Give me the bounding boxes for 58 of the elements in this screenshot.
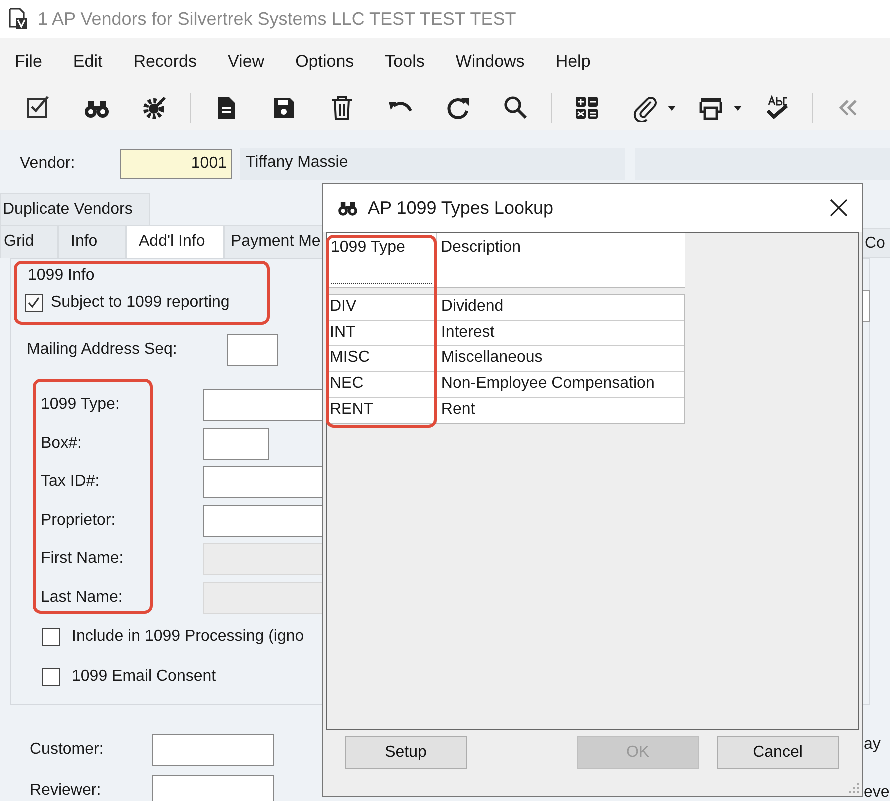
table-cell[interactable]: Non-Employee Compensation (437, 372, 684, 397)
field-label: Last Name: (41, 588, 124, 607)
menu-item[interactable]: Options (296, 52, 354, 72)
checkbox[interactable] (42, 668, 60, 686)
field-label: Proprietor: (41, 512, 117, 530)
tab[interactable]: Duplicate Vendors (0, 193, 150, 225)
resize-grip-icon[interactable] (849, 783, 859, 793)
table-cell[interactable]: RENT (328, 398, 438, 424)
close-icon[interactable] (830, 199, 848, 217)
input-field[interactable] (152, 734, 274, 766)
table-cell[interactable]: Miscellaneous (437, 346, 684, 372)
partial-label: eve (864, 784, 890, 801)
field-label: Tax ID#: (41, 473, 101, 492)
menu-item[interactable]: Tools (385, 52, 425, 72)
table-cell[interactable]: Rent (437, 398, 684, 424)
table-cell[interactable]: INT (328, 320, 438, 346)
group-title: 1099 Info (27, 267, 96, 286)
field-label: Reviewer: (30, 782, 102, 800)
caret-icon[interactable] (734, 106, 742, 110)
checkbox-label: 1099 Email Consent (72, 668, 216, 686)
table-cell[interactable]: Interest (437, 320, 684, 346)
menu-item[interactable]: File (15, 52, 42, 72)
vendor-code-field[interactable]: 1001 (120, 149, 232, 179)
input-field[interactable] (152, 774, 274, 801)
field-label: Customer: (30, 740, 105, 758)
field-label: First Name: (41, 550, 125, 568)
table-cell[interactable]: DIV (328, 295, 438, 320)
tab[interactable]: Add'l Info (126, 225, 224, 258)
checkbox[interactable] (25, 294, 43, 312)
menu-item[interactable]: Help (556, 52, 591, 72)
dialog-title: AP 1099 Types Lookup (368, 198, 554, 218)
app-icon (8, 8, 28, 30)
vendor-name-field: Tiffany Massie (240, 148, 625, 180)
vendor-label: Vendor: (19, 155, 76, 173)
menu-item[interactable]: Edit (73, 52, 103, 72)
window-title: 1 AP Vendors for Silvertrek Systems LLC TEST TEST TEST (38, 8, 516, 30)
input-field[interactable] (227, 334, 278, 366)
checkbox-label: Subject to 1099 reporting (51, 294, 230, 312)
menu-item[interactable]: Records (134, 52, 198, 72)
tab[interactable]: Grid (0, 225, 58, 258)
tab[interactable]: Co (862, 228, 890, 258)
caret-icon[interactable] (668, 106, 676, 110)
menu-item[interactable]: Windows (456, 52, 525, 72)
table-cell[interactable]: MISC (328, 346, 438, 372)
column-header[interactable]: Description (441, 239, 522, 256)
table-cell[interactable]: NEC (328, 372, 438, 397)
input-field[interactable] (203, 428, 269, 460)
dialog-button[interactable]: Cancel (717, 736, 839, 769)
partial-label: ay (864, 736, 881, 754)
field-label: Box#: (41, 434, 83, 453)
field-label: 1099 Type: (41, 396, 121, 414)
dialog-button[interactable]: Setup (345, 736, 467, 769)
tab[interactable]: Info (58, 225, 126, 258)
table-cell[interactable]: Dividend (437, 295, 684, 320)
field-label: Mailing Address Seq: (26, 341, 178, 359)
menu-item[interactable]: View (228, 52, 265, 72)
checkbox[interactable] (42, 628, 60, 646)
checkbox-label: Include in 1099 Processing (igno (72, 628, 304, 646)
